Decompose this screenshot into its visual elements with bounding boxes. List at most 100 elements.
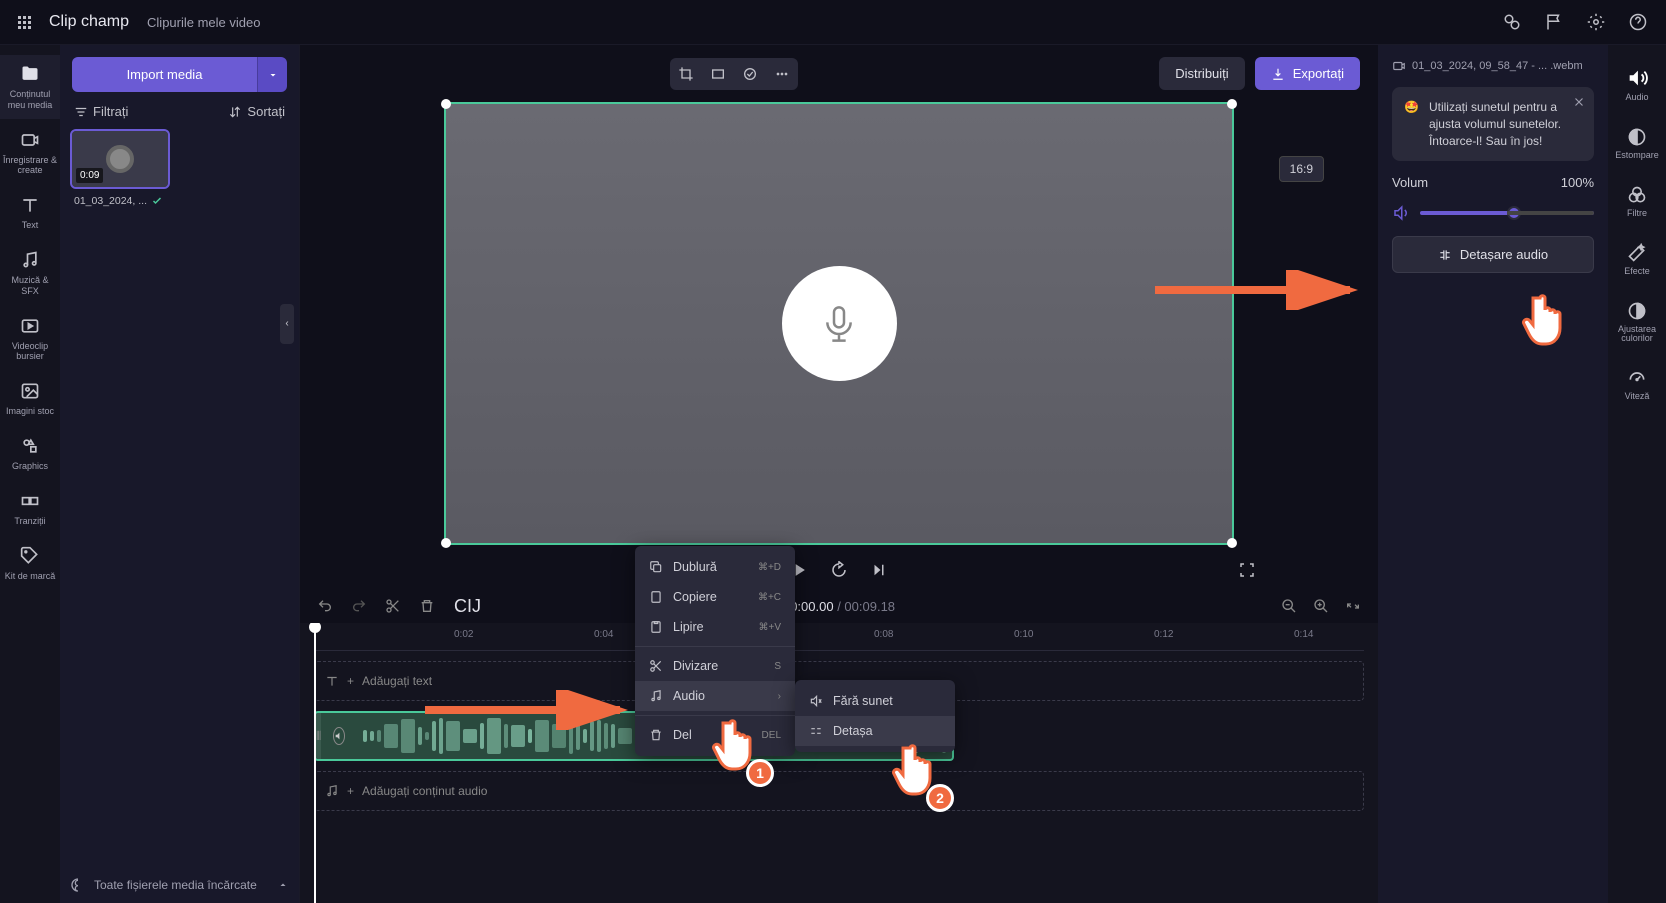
emoji-icon: 🤩	[1404, 99, 1419, 149]
resize-handle[interactable]	[441, 99, 451, 109]
fit-icon[interactable]	[708, 64, 728, 84]
next-frame-button[interactable]	[868, 559, 890, 581]
transition-icon	[19, 490, 41, 512]
sidebar-item-text[interactable]: Text	[0, 186, 60, 239]
sidebar-item-record[interactable]: Înregistrare & create	[0, 121, 60, 185]
sidebar-item-my-media[interactable]: Conținutul meu media	[0, 55, 60, 119]
clip-filename: 01_03_2024, 09_58_47 - ... .webm	[1392, 59, 1594, 73]
submenu-item-mute[interactable]: Fără sunet	[795, 686, 955, 716]
text-icon	[19, 194, 41, 216]
sidebar-item-transitions[interactable]: Tranziții	[0, 482, 60, 535]
left-nav: Conținutul meu media Înregistrare & crea…	[0, 45, 60, 903]
close-icon[interactable]	[1572, 95, 1586, 109]
more-icon[interactable]	[772, 64, 792, 84]
media-panel: Import media Filtrați Sortați 0:09	[60, 45, 300, 903]
audio-track[interactable]: + Adăugați conținut audio	[314, 771, 1364, 811]
music-icon	[19, 249, 41, 271]
camera-icon	[19, 129, 41, 151]
contrast-icon	[1627, 301, 1647, 321]
resize-handle[interactable]	[1227, 99, 1237, 109]
sidebar-item-stock-video[interactable]: Videoclip bursier	[0, 307, 60, 371]
video-preview[interactable]: 16:9	[444, 102, 1234, 545]
speaker-icon	[333, 727, 345, 745]
app-launcher-icon[interactable]	[18, 16, 31, 29]
sidebar-item-filters[interactable]: Filtre	[1608, 175, 1666, 229]
sidebar-item-brandkit[interactable]: Kit de marcă	[0, 537, 60, 590]
speaker-icon	[1626, 67, 1648, 89]
menu-item-delete[interactable]: Del DEL	[635, 720, 795, 750]
redo-button[interactable]	[348, 595, 370, 617]
context-menu: Dublură ⌘+D Copiere ⌘+C Lipire ⌘+V Diviz…	[635, 546, 795, 756]
image-icon	[19, 380, 41, 402]
timeline[interactable]: 0:02 0:04 0:06 0:08 0:10 0:12 0:14 + Adă…	[300, 623, 1378, 903]
thumbnail-duration: 0:09	[76, 168, 103, 183]
properties-panel: 01_03_2024, 09_58_47 - ... .webm 🤩 Utili…	[1378, 45, 1608, 903]
pip-icon[interactable]	[740, 64, 760, 84]
flag-icon[interactable]	[1544, 12, 1564, 32]
menu-item-audio[interactable]: Audio ›	[635, 681, 795, 711]
delete-button[interactable]	[416, 595, 438, 617]
loaded-status-bar[interactable]: Toate fișierele media încărcate	[60, 867, 299, 903]
media-thumbnail[interactable]: 0:09	[70, 129, 170, 189]
shapes-icon	[19, 435, 41, 457]
video-icon	[19, 315, 41, 337]
chevron-right-icon: ›	[778, 691, 781, 702]
audio-submenu: Fără sunet Detașa	[795, 680, 955, 752]
detach-audio-button[interactable]: Detașare audio	[1392, 236, 1594, 273]
volume-slider[interactable]	[1420, 211, 1594, 215]
wand-icon	[1627, 243, 1647, 263]
slider-thumb[interactable]	[1507, 206, 1521, 220]
center-area: Distribuiți Exportați ‹ 16:9 ›	[300, 45, 1378, 903]
skip-forward-button[interactable]	[828, 559, 850, 581]
aspect-ratio-badge[interactable]: 16:9	[1279, 156, 1324, 182]
time-display: 00:00.00 / 00:09.18	[783, 599, 895, 614]
import-media-button[interactable]: Import media	[72, 57, 257, 92]
microphone-icon	[782, 266, 897, 381]
breadcrumb[interactable]: Clipurile mele video	[147, 15, 260, 30]
menu-item-duplicate[interactable]: Dublură ⌘+D	[635, 552, 795, 582]
split-button[interactable]	[382, 595, 404, 617]
settings-icon[interactable]	[1586, 12, 1606, 32]
playhead[interactable]	[314, 623, 316, 903]
folder-icon	[19, 63, 41, 85]
distribute-button[interactable]: Distribuiți	[1159, 57, 1244, 90]
timeline-label: CIJ	[454, 596, 481, 617]
sidebar-item-stock-image[interactable]: Imagini stoc	[0, 372, 60, 425]
right-nav: Audio Estompare Filtre Efecte Ajustarea …	[1608, 45, 1666, 903]
zoom-out-button[interactable]	[1278, 595, 1300, 617]
timeline-ruler[interactable]: 0:02 0:04 0:06 0:08 0:10 0:12 0:14	[314, 627, 1364, 651]
tag-icon	[19, 545, 41, 567]
sidebar-item-audio[interactable]: Audio	[1608, 57, 1666, 113]
volume-icon	[1392, 204, 1410, 222]
undo-button[interactable]	[314, 595, 336, 617]
clip-handle-left[interactable]: ⦀	[316, 713, 321, 759]
app-header: Clip champ Clipurile mele video	[0, 0, 1666, 45]
fit-timeline-button[interactable]	[1342, 595, 1364, 617]
upgrade-icon[interactable]	[1502, 12, 1522, 32]
volume-value: 100%	[1561, 175, 1594, 190]
fullscreen-button[interactable]	[1236, 559, 1258, 581]
submenu-item-detach[interactable]: Detașa	[795, 716, 955, 746]
filters-icon	[1627, 185, 1647, 205]
preview-toolbar	[670, 58, 798, 90]
export-button[interactable]: Exportați	[1255, 57, 1360, 90]
sidebar-item-graphics[interactable]: Graphics	[0, 427, 60, 480]
menu-item-copy[interactable]: Copiere ⌘+C	[635, 582, 795, 612]
sidebar-item-speed[interactable]: Viteză	[1608, 358, 1666, 412]
menu-item-split[interactable]: Divizare S	[635, 651, 795, 681]
sidebar-item-effects[interactable]: Efecte	[1608, 233, 1666, 287]
sidebar-item-music[interactable]: Muzică & SFX	[0, 241, 60, 305]
sidebar-item-adjust-colors[interactable]: Ajustarea culorilor	[1608, 291, 1666, 355]
menu-item-paste[interactable]: Lipire ⌘+V	[635, 612, 795, 642]
crop-icon[interactable]	[676, 64, 696, 84]
sort-button[interactable]: Sortați	[228, 104, 285, 119]
filter-button[interactable]: Filtrați	[74, 104, 128, 119]
sidebar-item-fade[interactable]: Estompare	[1608, 117, 1666, 171]
thumbnail-name: 01_03_2024, ...	[74, 195, 289, 207]
app-title: Clip champ	[49, 13, 129, 31]
expand-left-button[interactable]: ‹	[280, 304, 294, 344]
speedometer-icon	[1627, 368, 1647, 388]
zoom-in-button[interactable]	[1310, 595, 1332, 617]
import-dropdown-button[interactable]	[257, 57, 287, 92]
help-icon[interactable]	[1628, 12, 1648, 32]
